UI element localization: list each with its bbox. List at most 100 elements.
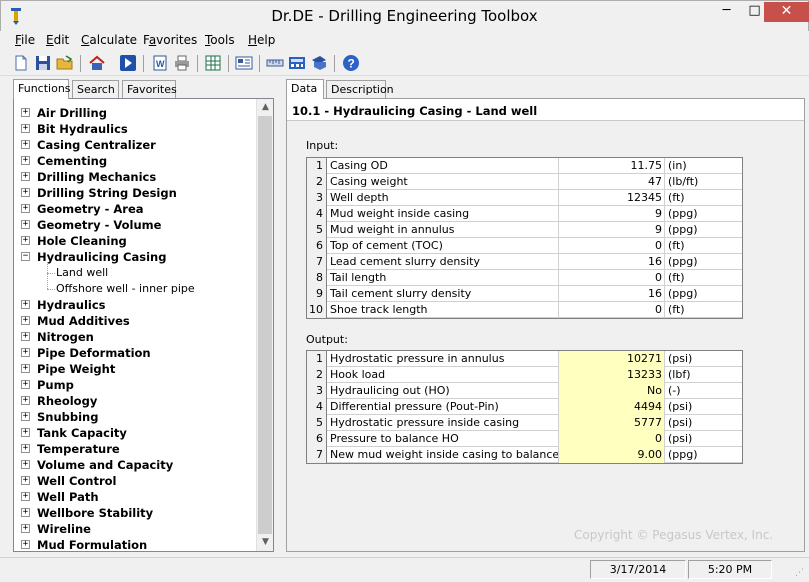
expand-icon[interactable]: + xyxy=(21,492,30,501)
expand-icon[interactable]: + xyxy=(21,524,30,533)
tree-child-item[interactable]: Offshore well - inner pipe xyxy=(14,281,254,297)
resize-grip-icon[interactable]: ⋰ xyxy=(795,568,807,580)
expand-icon[interactable]: + xyxy=(21,364,30,373)
expand-icon[interactable]: + xyxy=(21,444,30,453)
menu-tools[interactable]: Tools xyxy=(205,33,235,47)
tree-item[interactable]: + Volume and Capacity xyxy=(14,457,254,473)
expand-icon[interactable]: + xyxy=(21,380,30,389)
menu-accelerator: E xyxy=(46,33,54,47)
report-icon[interactable] xyxy=(235,54,253,72)
tree-item[interactable]: + Hydraulics xyxy=(14,297,254,313)
tree-item[interactable]: + Well Path xyxy=(14,489,254,505)
expand-icon[interactable]: + xyxy=(21,300,30,309)
tree-child-item[interactable]: Land well xyxy=(14,265,254,281)
tree-item[interactable]: + Pipe Weight xyxy=(14,361,254,377)
input-value-field[interactable]: 47 xyxy=(559,174,665,190)
home-icon[interactable] xyxy=(88,54,106,72)
close-button[interactable]: ✕ xyxy=(764,2,809,22)
new-file-icon[interactable] xyxy=(12,54,30,72)
tree-item[interactable]: + Wireline xyxy=(14,521,254,537)
expand-icon[interactable]: + xyxy=(21,236,30,245)
tree-item[interactable]: + Bit Hydraulics xyxy=(14,121,254,137)
expand-icon[interactable]: + xyxy=(21,396,30,405)
unit-converter-icon[interactable] xyxy=(266,54,284,72)
word-export-icon[interactable]: W xyxy=(151,54,169,72)
tab-data[interactable]: Data xyxy=(286,79,324,99)
excel-export-icon[interactable] xyxy=(204,54,222,72)
expand-icon[interactable]: + xyxy=(21,412,30,421)
expand-icon[interactable]: + xyxy=(21,140,30,149)
tree-item[interactable]: + Cementing xyxy=(14,153,254,169)
tree-item[interactable]: + Air Drilling xyxy=(14,105,254,121)
tree-item[interactable]: + Geometry - Area xyxy=(14,201,254,217)
expand-icon[interactable]: + xyxy=(21,220,30,229)
tree-item[interactable]: − Hydraulicing Casing xyxy=(14,249,254,265)
parameter-name: New mud weight inside casing to balance … xyxy=(330,447,559,463)
tree-item[interactable]: + Drilling String Design xyxy=(14,185,254,201)
expand-icon[interactable]: + xyxy=(21,124,30,133)
tree-item[interactable]: + Geometry - Volume xyxy=(14,217,254,233)
tree-item[interactable]: + Mud Additives xyxy=(14,313,254,329)
output-value: 10271 xyxy=(559,351,665,367)
expand-icon[interactable]: + xyxy=(21,332,30,341)
tree-item[interactable]: + Pipe Deformation xyxy=(14,345,254,361)
scroll-thumb[interactable] xyxy=(258,116,272,534)
expand-icon[interactable]: + xyxy=(21,108,30,117)
input-value-field[interactable]: 9 xyxy=(559,206,665,222)
input-value-field[interactable]: 12345 xyxy=(559,190,665,206)
menu-file[interactable]: File xyxy=(15,33,35,47)
expand-icon[interactable]: + xyxy=(21,508,30,517)
menu-edit[interactable]: Edit xyxy=(46,33,69,47)
tab-functions[interactable]: Functions xyxy=(13,79,71,99)
print-icon[interactable] xyxy=(173,54,191,72)
tree-item[interactable]: + Tank Capacity xyxy=(14,425,254,441)
scroll-down-icon[interactable]: ▼ xyxy=(257,534,273,551)
help-icon[interactable]: ? xyxy=(342,54,360,72)
menu-label-part: alculate xyxy=(89,33,138,47)
expand-icon[interactable]: + xyxy=(21,188,30,197)
tree-item[interactable]: + Pump xyxy=(14,377,254,393)
tree-item[interactable]: + Temperature xyxy=(14,441,254,457)
collapse-icon[interactable]: − xyxy=(21,252,30,261)
bookmark-icon[interactable] xyxy=(310,54,328,72)
tree-item[interactable]: + Mud Formulation xyxy=(14,537,254,551)
tree-item[interactable]: + Nitrogen xyxy=(14,329,254,345)
expand-icon[interactable]: + xyxy=(21,460,30,469)
save-icon[interactable] xyxy=(34,54,52,72)
menu-favorites[interactable]: Favorites xyxy=(143,33,197,47)
expand-icon[interactable]: + xyxy=(21,540,30,549)
input-value-field[interactable]: 0 xyxy=(559,302,665,318)
input-value-field[interactable]: 11.75 xyxy=(559,158,665,174)
expand-icon[interactable]: + xyxy=(21,428,30,437)
tree-scrollbar[interactable]: ▲ ▼ xyxy=(256,99,273,551)
input-value-field[interactable]: 0 xyxy=(559,238,665,254)
tree-item[interactable]: + Casing Centralizer xyxy=(14,137,254,153)
tree-item[interactable]: + Rheology xyxy=(14,393,254,409)
tree-item[interactable]: + Wellbore Stability xyxy=(14,505,254,521)
tree-item[interactable]: + Hole Cleaning xyxy=(14,233,254,249)
minimize-button[interactable]: ─ xyxy=(713,2,740,22)
tree-item[interactable]: + Well Control xyxy=(14,473,254,489)
tree-item[interactable]: + Snubbing xyxy=(14,409,254,425)
run-icon[interactable] xyxy=(119,54,137,72)
expand-icon[interactable]: + xyxy=(21,204,30,213)
expand-icon[interactable]: + xyxy=(21,156,30,165)
menu-help[interactable]: Help xyxy=(248,33,275,47)
input-value-field[interactable]: 9 xyxy=(559,222,665,238)
calculator-icon[interactable] xyxy=(288,54,306,72)
tab-description[interactable]: Description xyxy=(326,80,394,99)
expand-icon[interactable]: + xyxy=(21,172,30,181)
toolbar-separator xyxy=(143,55,144,72)
open-folder-icon[interactable] xyxy=(56,54,74,72)
input-value-field[interactable]: 16 xyxy=(559,286,665,302)
menu-calculate[interactable]: Calculate xyxy=(81,33,137,47)
input-value-field[interactable]: 16 xyxy=(559,254,665,270)
scroll-up-icon[interactable]: ▲ xyxy=(257,99,273,116)
tab-favorites[interactable]: Favorites xyxy=(122,80,177,99)
tab-search[interactable]: Search xyxy=(72,80,119,99)
expand-icon[interactable]: + xyxy=(21,348,30,357)
tree-item[interactable]: + Drilling Mechanics xyxy=(14,169,254,185)
expand-icon[interactable]: + xyxy=(21,316,30,325)
expand-icon[interactable]: + xyxy=(21,476,30,485)
input-value-field[interactable]: 0 xyxy=(559,270,665,286)
